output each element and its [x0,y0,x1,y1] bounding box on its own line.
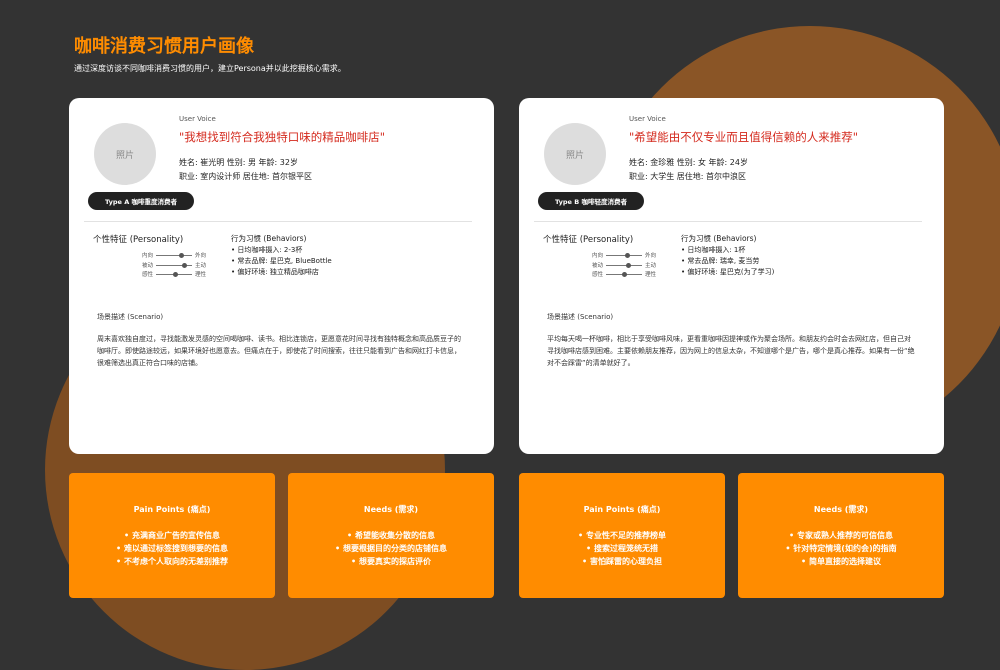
scenario-title: 场景描述 (Scenario) [97,313,164,321]
need-item: • 想要真实的探店评价 [351,557,431,566]
slider-right-label: 理性 [645,272,657,278]
needs-title: Needs (需求) [813,505,869,514]
divider [534,221,922,222]
divider [84,221,472,222]
needs-box-a: Needs (需求) • 希望能收集分散的信息 • 想要根据目的分类的店铺信息 … [288,473,494,598]
persona-type-badge: Type A 咖啡重度消费者 [88,192,195,210]
slider-left-label: 内向 [591,253,603,259]
slider-right-label: 主动 [195,263,207,269]
personality-slider: 被动 主动 [589,261,661,269]
persona-card-b: 照片 User Voice "希望能由不仅专业而且值得信赖的人来推荐" 姓名: … [519,98,944,454]
scenario-text: 周末喜欢独自度过，寻找能激发灵感的空间喝咖啡、读书。相比连锁店，更愿意花时间寻找… [97,335,461,367]
pain-point-item: • 害怕踩雷的心理负担 [582,557,662,566]
page-subtitle: 通过深度访谈不同咖啡消费习惯的用户，建立Persona并以此挖掘核心需求。 [74,64,346,73]
need-item: • 希望能收集分散的信息 [347,531,435,540]
personality-slider: 内向 外向 [139,251,211,259]
need-item: • 简单直接的选择建议 [801,557,881,566]
persona-job-info: 职业: 室内设计师 居住地: 首尔银平区 [179,172,313,181]
pain-points-title: Pain Points (痛点) [133,505,211,514]
slider-left-label: 感性 [591,272,603,278]
pain-point-item: • 充满商业广告的宣传信息 [124,531,220,540]
persona-quote: "希望能由不仅专业而且值得信赖的人来推荐" [629,130,859,144]
slider-track [606,271,642,277]
slider-left-label: 内向 [141,253,153,259]
slider-knob [624,252,630,258]
persona-job-info: 职业: 大学生 居住地: 首尔中浪区 [629,172,747,181]
personality-slider: 内向 外向 [589,251,661,259]
scenario-title: 场景描述 (Scenario) [547,313,614,321]
slider-track [156,271,192,277]
behavior-item: • 日均咖啡摄入: 1杯 [681,246,746,254]
slider-track [156,262,192,268]
persona-basic-info: 姓名: 金珍雅 性别: 女 年龄: 24岁 [629,158,748,167]
slider-right-label: 理性 [195,272,207,278]
pain-point-item: • 难以通过标签搜到想要的信息 [116,544,228,553]
slider-knob [621,271,627,277]
slider-knob [626,262,632,268]
slider-right-label: 外向 [195,253,207,259]
behaviors-title: 行为习惯 (Behaviors) [681,234,757,243]
behavior-item: • 常去品牌: 星巴克, BlueBottle [231,257,332,265]
slider-left-label: 被动 [591,263,603,269]
persona-basic-info: 姓名: 崔光明 性别: 男 年龄: 32岁 [179,158,298,167]
slider-knob [182,262,188,268]
behavior-item: • 偏好环境: 独立精品咖啡店 [231,268,319,276]
pain-point-item: • 搜索过程笼统无措 [586,544,658,553]
user-voice-label: User Voice [179,115,216,123]
pain-points-box-a: Pain Points (痛点) • 充满商业广告的宣传信息 • 难以通过标签搜… [69,473,275,598]
slider-knob [179,252,185,258]
user-voice-label: User Voice [629,115,666,123]
slider-track [156,252,192,258]
needs-title: Needs (需求) [363,505,419,514]
page-title: 咖啡消费习惯用户画像 [74,36,254,57]
behavior-item: • 日均咖啡摄入: 2-3杯 [231,246,303,254]
pain-point-item: • 专业性不足的推荐榜单 [578,531,666,540]
photo-placeholder: 照片 [544,123,606,185]
slider-track [606,262,642,268]
slider-left-label: 感性 [141,272,153,278]
persona-card-a: 照片 User Voice "我想找到符合我独特口味的精品咖啡店" 姓名: 崔光… [69,98,494,454]
behaviors-title: 行为习惯 (Behaviors) [231,234,307,243]
slider-knob [173,271,179,277]
need-item: • 想要根据目的分类的店铺信息 [335,544,447,553]
slider-right-label: 主动 [645,263,657,269]
slider-track [606,252,642,258]
behavior-item: • 偏好环境: 星巴克(为了学习) [681,268,775,276]
pain-points-title: Pain Points (痛点) [583,505,661,514]
behavior-item: • 常去品牌: 瑞幸, 麦当劳 [681,257,760,265]
need-item: • 针对特定情境(如约会)的指南 [785,544,897,553]
need-item: • 专家或熟人推荐的可信信息 [789,531,893,540]
pain-point-item: • 不考虑个人取向的无差别推荐 [116,557,228,566]
slider-right-label: 外向 [645,253,657,259]
personality-title: 个性特征 (Personality) [93,235,184,245]
personality-slider: 感性 理性 [589,270,661,278]
persona-type-badge: Type B 咖啡轻度消费者 [538,192,644,210]
personality-slider: 被动 主动 [139,261,211,269]
persona-quote: "我想找到符合我独特口味的精品咖啡店" [179,130,386,144]
photo-placeholder: 照片 [94,123,156,185]
personality-title: 个性特征 (Personality) [543,235,634,245]
personality-slider: 感性 理性 [139,270,211,278]
pain-points-box-b: Pain Points (痛点) • 专业性不足的推荐榜单 • 搜索过程笼统无措… [519,473,725,598]
scenario-text: 平均每天喝一杯咖啡，相比于享受咖啡风味，更看重咖啡因提神或作为聚会场所。和朋友约… [547,335,915,367]
needs-box-b: Needs (需求) • 专家或熟人推荐的可信信息 • 针对特定情境(如约会)的… [738,473,944,598]
slider-left-label: 被动 [141,263,153,269]
